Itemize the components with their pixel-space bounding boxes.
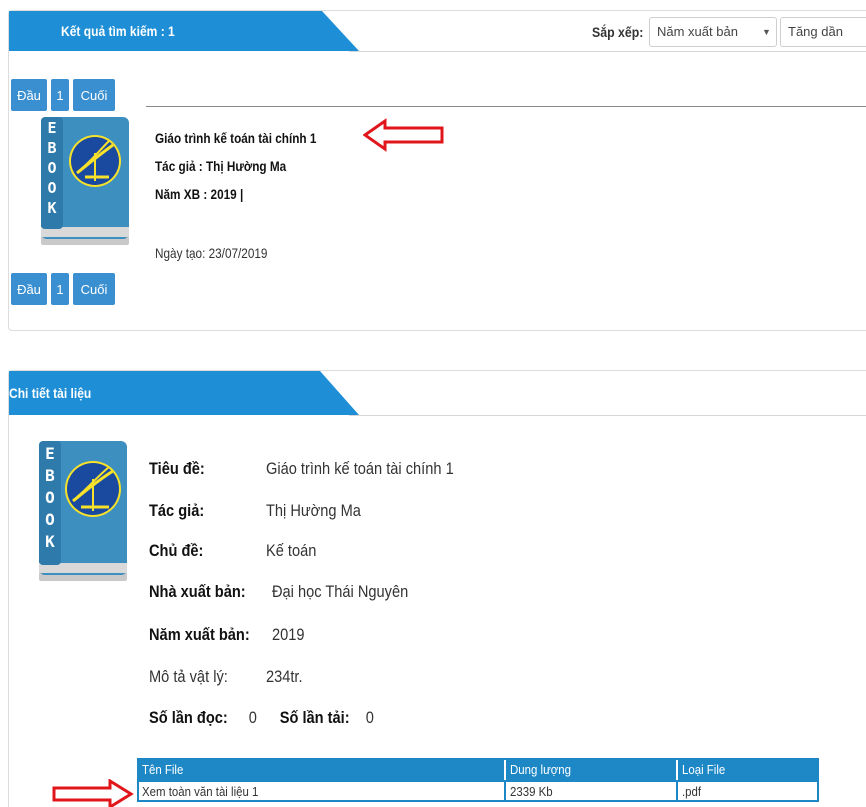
svg-text:E: E [45, 444, 55, 463]
column-header-file-name: Tên File [142, 762, 184, 777]
file-table: Tên File Dung lượng Loại File Xem toàn v… [137, 758, 819, 802]
pager-first-button[interactable]: Đầu [11, 79, 47, 111]
ebook-cover-icon[interactable]: E B O O K [39, 115, 131, 249]
detail-publisher-row: Nhà xuất bản: Đại học Thái Nguyên [149, 582, 408, 602]
sort-field-value: Năm xuất bản [657, 24, 738, 39]
detail-subject-row: Chủ đề: Kế toán [149, 541, 316, 561]
file-name-link[interactable]: Xem toàn văn tài liệu 1 [142, 782, 258, 802]
author-label: Tác giả: [149, 501, 205, 520]
svg-text:O: O [47, 159, 56, 177]
search-results-panel: Kết quả tìm kiếm : 1 Sắp xếp: Năm xuất b… [8, 10, 866, 331]
sort-field-select[interactable]: Năm xuất bản ▼ [649, 17, 777, 47]
result-created-date: Ngày tạo: 23/07/2019 [155, 245, 268, 261]
red-arrow-icon [362, 118, 445, 157]
title-label: Tiêu đề: [149, 459, 205, 478]
result-title-link[interactable]: Giáo trình kế toán tài chính 1 [155, 130, 316, 146]
result-author: Tác giả : Thị Hường Ma [155, 158, 287, 174]
year-value: 2019 [271, 625, 305, 644]
title-value: Giáo trình kế toán tài chính 1 [265, 459, 454, 478]
svg-text:K: K [47, 199, 56, 217]
tab-divider [349, 415, 866, 416]
file-size: 2339 Kb [510, 784, 553, 799]
ebook-cover-icon[interactable]: E B O O K [37, 439, 129, 585]
pager-page-button[interactable]: 1 [51, 79, 69, 111]
caret-down-icon: ▼ [762, 27, 771, 37]
detail-author-row: Tác giả: Thị Hường Ma [149, 501, 361, 521]
search-results-tab-title: Kết quả tìm kiếm : 1 [61, 23, 175, 39]
tab-divider [349, 51, 866, 52]
svg-text:B: B [47, 139, 56, 157]
sort-label: Sắp xếp: [592, 24, 644, 40]
reads-value: 0 [248, 708, 257, 727]
publisher-value: Đại học Thái Nguyên [271, 582, 409, 601]
pager-top: Đầu 1 Cuối [11, 79, 115, 111]
column-header-type: Loại File [682, 762, 726, 777]
detail-title-row: Tiêu đề: Giáo trình kế toán tài chính 1 [149, 459, 454, 479]
table-row[interactable]: Xem toàn văn tài liệu 1 2339 Kb .pdf [139, 780, 817, 800]
author-value: Thị Hường Ma [265, 501, 361, 520]
downloads-value: 0 [365, 708, 374, 727]
document-detail-tab-title: Chi tiết tài liệu [9, 385, 92, 401]
pager-last-button[interactable]: Cuối [73, 79, 115, 111]
result-year: Năm XB : 2019 | [155, 186, 244, 202]
red-arrow-icon [52, 778, 134, 807]
subject-value: Kế toán [265, 541, 317, 560]
downloads-label: Số lần tải: [279, 708, 350, 727]
file-table-header: Tên File Dung lượng Loại File [139, 760, 817, 780]
physical-label: Mô tả vật lý: [149, 667, 228, 686]
pager-first-button[interactable]: Đầu [11, 273, 47, 305]
svg-text:O: O [47, 179, 56, 197]
pager-divider [146, 106, 866, 107]
svg-text:O: O [45, 488, 55, 507]
physical-value: 234tr. [265, 667, 303, 686]
detail-year-row: Năm xuất bản: 2019 [149, 625, 305, 645]
svg-text:E: E [47, 119, 56, 137]
detail-stats-row: Số lần đọc: 0 Số lần tải: 0 [149, 708, 374, 728]
subject-label: Chủ đề: [149, 541, 204, 560]
file-type: .pdf [682, 784, 702, 799]
sort-order-value: Tăng dần [788, 24, 843, 39]
svg-text:B: B [45, 466, 55, 485]
pager-last-button[interactable]: Cuối [73, 273, 115, 305]
pager-page-button[interactable]: 1 [51, 273, 69, 305]
document-detail-panel: Chi tiết tài liệu E B O O K Tiêu đề: Giáo… [8, 370, 866, 807]
sort-order-select[interactable]: Tăng dần ▼ [780, 17, 866, 47]
year-label: Năm xuất bản: [149, 625, 250, 644]
reads-label: Số lần đọc: [149, 708, 228, 727]
detail-physical-row: Mô tả vật lý: 234tr. [149, 667, 303, 687]
publisher-label: Nhà xuất bản: [149, 582, 246, 601]
pager-bottom: Đầu 1 Cuối [11, 273, 115, 305]
svg-text:K: K [45, 532, 55, 551]
svg-text:O: O [45, 510, 55, 529]
column-header-size: Dung lượng [510, 762, 571, 777]
